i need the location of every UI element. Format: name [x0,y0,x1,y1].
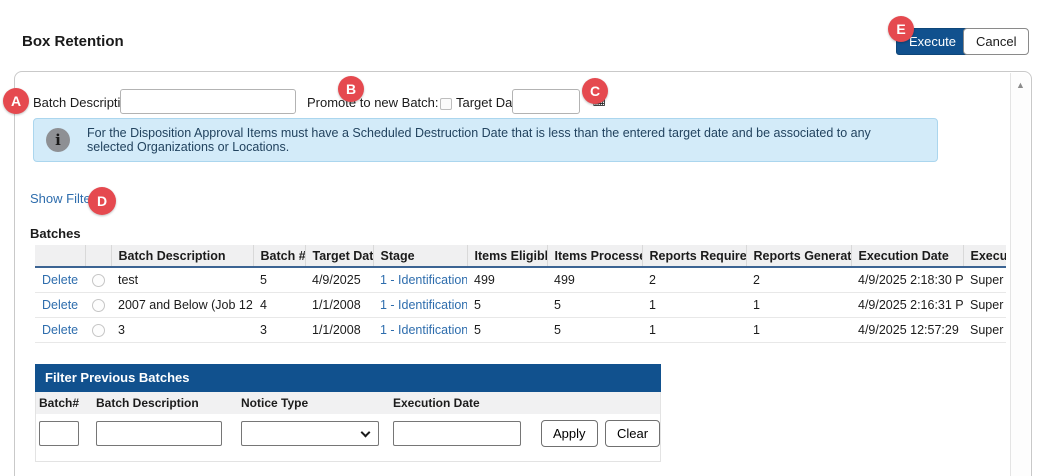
column-header-batch-description: Batch Description [111,245,253,267]
batch-radio[interactable] [92,324,105,337]
filter-batch-number-input[interactable] [39,421,79,446]
cell-reports-required: 1 [642,317,746,342]
table-header-row: Batch Description Batch # Target Date St… [35,245,1006,267]
cell-reports-required: 2 [642,267,746,292]
promote-to-new-batch-label: Promote to new Batch: [307,95,439,110]
cell-reports-generated: 1 [746,292,851,317]
page-title: Box Retention [22,33,124,50]
cell-execution-date: 4/9/2025 2:18:30 PM [851,267,963,292]
cell-items-eligible: 5 [467,292,547,317]
cell-items-eligible: 499 [467,267,547,292]
filter-batch-description-input[interactable] [96,421,222,446]
filter-batch-description-label: Batch Description [96,396,199,410]
cell-target-date: 1/1/2008 [305,317,373,342]
cell-execution-date: 4/9/2025 2:16:31 PM [851,292,963,317]
stage-link[interactable]: 1 - Identification [380,298,467,312]
filter-batch-number-label: Batch# [39,396,79,410]
cell-reports-required: 1 [642,292,746,317]
cell-items-processed: 5 [547,292,642,317]
cell-batch-description: 3 [111,317,253,342]
column-header-reports-required: Reports Required [642,245,746,267]
annotation-e: E [888,16,914,42]
column-header-items-processed: Items Processed [547,245,642,267]
annotation-d: D [88,187,116,215]
info-banner: i For the Disposition Approval Items mus… [33,118,938,162]
target-date-input[interactable] [512,89,580,114]
table-row: Delete 3 3 1/1/2008 1 - Identification 5… [35,317,1006,342]
filter-panel-title: Filter Previous Batches [35,364,661,392]
cell-executed-by: Super Use [963,292,1006,317]
column-header-target-date: Target Date [305,245,373,267]
column-header-items-eligible: Items Eligible [467,245,547,267]
column-header-action [35,245,85,267]
cancel-button[interactable]: Cancel [963,28,1029,55]
delete-link[interactable]: Delete [42,273,78,287]
filter-panel-body: Batch# Batch Description Notice Type Exe… [35,392,661,462]
delete-link[interactable]: Delete [42,298,78,312]
table-row: Delete test 5 4/9/2025 1 - Identificatio… [35,267,1006,292]
column-header-batch-number: Batch # [253,245,305,267]
filter-notice-type-label: Notice Type [241,396,308,410]
clear-button[interactable]: Clear [605,420,660,447]
annotation-a: A [3,88,29,114]
filter-execution-date-label: Execution Date [393,396,480,410]
promote-to-new-batch-checkbox[interactable] [440,98,452,110]
cell-executed-by: Super Use [963,267,1006,292]
column-header-execution-date: Execution Date [851,245,963,267]
column-header-stage: Stage [373,245,467,267]
filter-execution-date-input[interactable] [393,421,521,446]
batch-radio[interactable] [92,299,105,312]
batches-table-wrapper: Batch Description Batch # Target Date St… [35,245,1006,344]
notice-type-select[interactable] [241,421,379,446]
info-icon: i [46,128,70,152]
info-banner-text: For the Disposition Approval Items must … [87,126,937,154]
apply-button[interactable]: Apply [541,420,598,447]
cell-batch-number: 4 [253,292,305,317]
cell-executed-by: Super Use [963,317,1006,342]
cell-batch-description: test [111,267,253,292]
cell-items-processed: 499 [547,267,642,292]
annotation-b: B [338,76,364,102]
batch-radio[interactable] [92,274,105,287]
chevron-down-icon [361,428,371,438]
cell-reports-generated: 1 [746,317,851,342]
cell-target-date: 4/9/2025 [305,267,373,292]
stage-link[interactable]: 1 - Identification [380,273,467,287]
scroll-up-icon[interactable]: ▲ [1011,80,1030,90]
batch-description-input[interactable] [120,89,296,114]
annotation-c: C [582,78,608,104]
filter-previous-batches-panel: Filter Previous Batches Batch# Batch Des… [35,364,661,462]
cell-target-date: 1/1/2008 [305,292,373,317]
cell-execution-date: 4/9/2025 12:57:29 PM [851,317,963,342]
cell-reports-generated: 2 [746,267,851,292]
cell-batch-number: 3 [253,317,305,342]
cell-batch-number: 5 [253,267,305,292]
batches-heading: Batches [30,226,81,241]
column-header-select [85,245,111,267]
cell-items-processed: 5 [547,317,642,342]
cell-batch-description: 2007 and Below (Job 1234) [111,292,253,317]
delete-link[interactable]: Delete [42,323,78,337]
column-header-executed: Executed [963,245,1006,267]
batches-table: Batch Description Batch # Target Date St… [35,245,1006,343]
box-retention-page: Box Retention Execute Cancel ▲ Batch Des… [0,0,1048,476]
vertical-scrollbar[interactable]: ▲ [1010,73,1030,476]
cell-items-eligible: 5 [467,317,547,342]
stage-link[interactable]: 1 - Identification [380,323,467,337]
column-header-reports-generated: Reports Generated [746,245,851,267]
table-row: Delete 2007 and Below (Job 1234) 4 1/1/2… [35,292,1006,317]
